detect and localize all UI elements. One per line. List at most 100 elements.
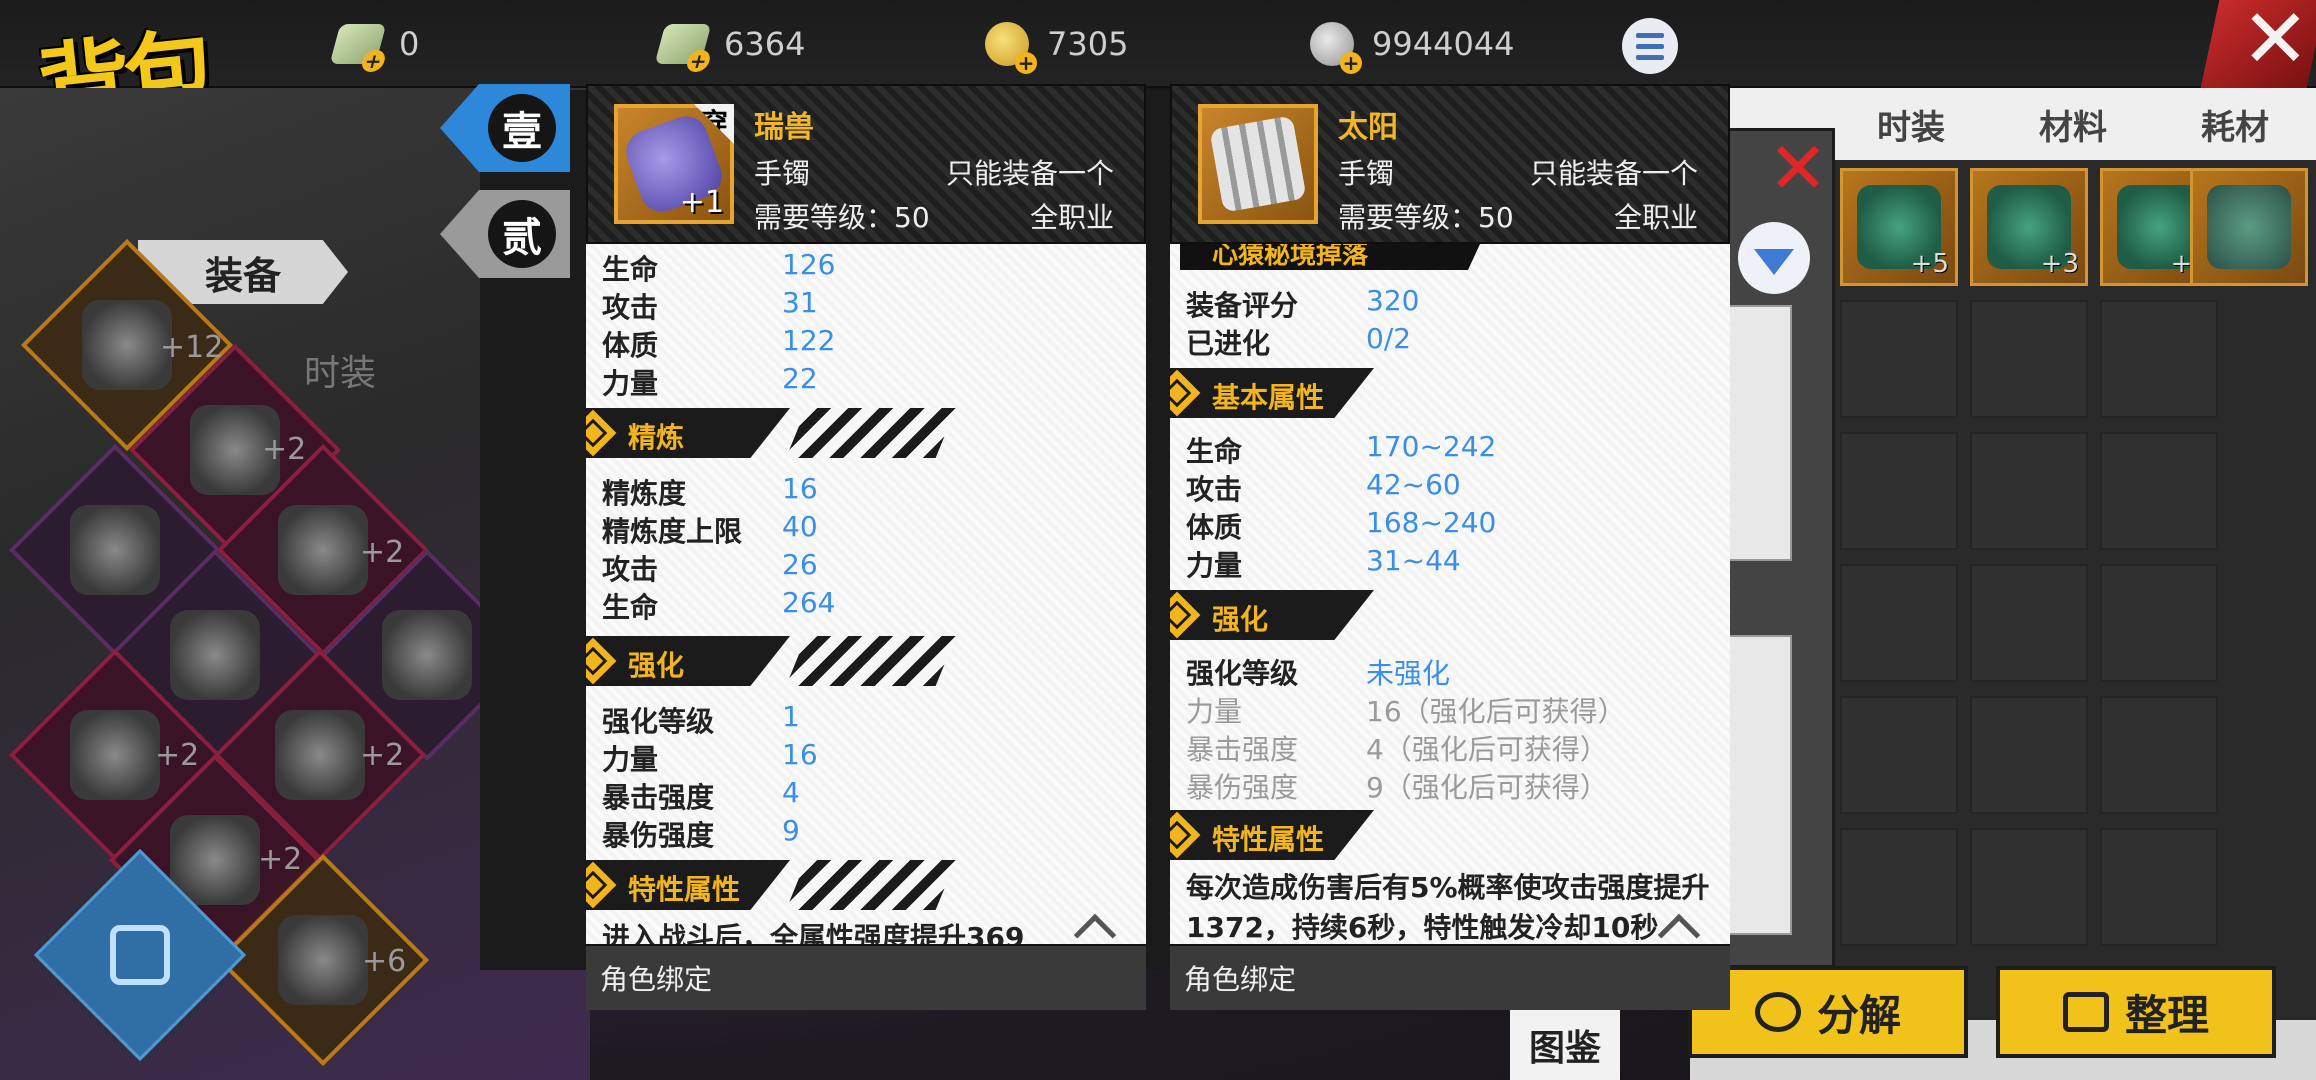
inventory-slot[interactable] — [2100, 564, 2218, 682]
stat-value: 31 — [782, 286, 818, 319]
item-type: 手镯 — [754, 157, 811, 190]
stat-label: 力量 — [1186, 549, 1243, 582]
inventory-slot[interactable] — [1970, 564, 2088, 682]
section-title: 特性属性 — [1212, 823, 1325, 856]
section-title: 特性属性 — [628, 873, 741, 906]
stat-value: 0/2 — [1366, 322, 1412, 355]
tab-inv-consumable[interactable]: 耗材 — [2154, 100, 2316, 149]
close-icon: ✕ — [2240, 0, 2310, 87]
trait-description: 每次造成伤害后有5%概率使攻击强度提升1372，持续6秒，特性触发冷却10秒 — [1186, 871, 1710, 944]
inventory-slot[interactable] — [2100, 828, 2218, 946]
close-bag-button[interactable]: ✕ — [2200, 0, 2316, 88]
item-name: 瑞兽 — [754, 110, 814, 145]
top-bar: + 0 + 6364 + 7305 + 9944044 ✕ — [0, 0, 2316, 88]
chevron-down-icon — [1754, 249, 1794, 275]
stat-value: 22 — [782, 362, 818, 395]
currency-value: 6364 — [724, 25, 806, 63]
item-icon — [1198, 104, 1318, 224]
inventory-slot[interactable] — [1840, 432, 1958, 550]
currency-silver[interactable]: + 9944044 — [1310, 18, 1515, 74]
stat-value: 4（强化后可获得） — [1366, 733, 1608, 766]
tab-inv-material[interactable]: 材料 — [1992, 100, 2154, 149]
inventory-slot[interactable] — [1970, 828, 2088, 946]
cube-icon — [1170, 369, 1201, 417]
recycle-icon — [1754, 992, 1801, 1032]
stat-value: 26 — [782, 548, 818, 581]
stat-value: 16 — [782, 738, 818, 771]
stat-value: 9 — [782, 814, 800, 847]
inventory-slot[interactable] — [2100, 300, 2218, 418]
section-title: 强化 — [628, 649, 685, 682]
tooltip-body: 心猿秘境掉落 装备评分 320 已进化 0/2 基本属性 生命 170~242 … — [1170, 244, 1730, 944]
decompose-button[interactable]: 分解 — [1688, 966, 1968, 1058]
inventory-slot[interactable]: +3 — [1970, 168, 2088, 286]
inventory-slot[interactable] — [1840, 300, 1958, 418]
stat-label: 精炼度上限 — [602, 515, 743, 548]
section-header-enhance: 强化 — [1170, 590, 1374, 640]
stat-value: 122 — [782, 324, 836, 357]
section-header-enhance: 强化 — [586, 636, 790, 686]
currency-value: 9944044 — [1372, 25, 1515, 63]
inventory-slot[interactable] — [1840, 828, 1958, 946]
stat-label: 装备评分 — [1186, 289, 1299, 322]
slot-level: +2 — [360, 738, 405, 773]
inventory-slot[interactable] — [2100, 432, 2218, 550]
slot-level: +6 — [362, 944, 407, 979]
inventory-slot[interactable] — [1970, 432, 2088, 550]
bind-status: 角色绑定 — [1170, 944, 1730, 1010]
stat-label: 生命 — [602, 253, 659, 286]
stat-label: 强化等级 — [602, 705, 715, 738]
item-class: 全职业 — [1613, 201, 1698, 234]
menu-list-button[interactable] — [1622, 18, 1678, 74]
stat-label: 力量 — [602, 743, 659, 776]
stat-value: 320 — [1366, 284, 1420, 317]
tab-inv-fashion[interactable]: 时装 — [1830, 100, 1992, 149]
inventory-slot[interactable] — [2190, 168, 2308, 286]
bind-status: 角色绑定 — [586, 944, 1146, 1010]
stat-label: 生命 — [1186, 435, 1243, 468]
stat-value: 16（强化后可获得） — [1366, 695, 1626, 728]
trait-description: 进入战斗后，全属性强度提升369 — [602, 921, 1025, 944]
diamond-icon — [586, 637, 617, 685]
diamond-icon — [1170, 591, 1201, 639]
game-screen: + 0 + 6364 + 7305 + 9944044 ✕ 背包 装备 时装 +… — [0, 0, 2316, 1080]
inventory-slot[interactable]: +5 — [1840, 168, 1958, 286]
medkit-icon — [110, 925, 170, 985]
diamond-icon — [586, 861, 617, 909]
item-requirement: 需要等级：50 — [1338, 201, 1514, 234]
silver-coin-icon: + — [1310, 22, 1362, 74]
inventory-slot[interactable] — [1840, 696, 1958, 814]
currency-value: 0 — [399, 25, 420, 63]
slot-level: +2 — [262, 432, 307, 467]
stat-label: 强化等级 — [1186, 657, 1299, 690]
tooltip-header: 穿 +1 瑞兽 手镯 只能装备一个 需要等级：50 全职业 — [586, 84, 1146, 244]
inventory-slot[interactable] — [2100, 696, 2218, 814]
tooltip-body: 生命 126 攻击 31 体质 122 力量 22 精炼 精炼度 16 精炼度上… — [586, 244, 1146, 944]
item-unique: 只能装备一个 — [945, 157, 1114, 190]
dialog-close-button[interactable]: ✕ — [1765, 132, 1831, 204]
item-icon: 穿 +1 — [614, 104, 734, 224]
decompose-label: 分解 — [1816, 990, 1901, 1040]
inbox-icon — [2062, 992, 2109, 1032]
stat-label: 攻击 — [1186, 473, 1243, 506]
section-title: 基本属性 — [1212, 381, 1325, 414]
atlas-button[interactable]: 图鉴 — [1510, 1010, 1620, 1080]
dropdown-button[interactable] — [1738, 222, 1810, 294]
stat-value: 9（强化后可获得） — [1366, 771, 1608, 804]
slot-count: +3 — [2040, 249, 2079, 279]
currency-cash-1[interactable]: + 0 — [329, 18, 420, 73]
arrange-button[interactable]: 整理 — [1996, 966, 2276, 1058]
currency-cash-2[interactable]: + 6364 — [654, 18, 806, 73]
set-tab-label: 壹 — [488, 94, 556, 162]
cash-icon: + — [329, 24, 388, 73]
currency-gold[interactable]: + 7305 — [985, 18, 1128, 74]
stat-label: 暴伤强度 — [602, 819, 715, 852]
source-text: 心猿秘境掉落 — [1212, 244, 1369, 270]
tooltip-header: 太阳 手镯 只能装备一个 需要等级：50 全职业 — [1170, 84, 1730, 244]
section-header-refine: 精炼 — [586, 408, 790, 458]
section-header-trait: 特性属性 — [586, 860, 790, 910]
inventory-slot[interactable] — [1840, 564, 1958, 682]
inventory-slot[interactable] — [1970, 300, 2088, 418]
stat-value: 126 — [782, 248, 836, 281]
inventory-slot[interactable] — [1970, 696, 2088, 814]
